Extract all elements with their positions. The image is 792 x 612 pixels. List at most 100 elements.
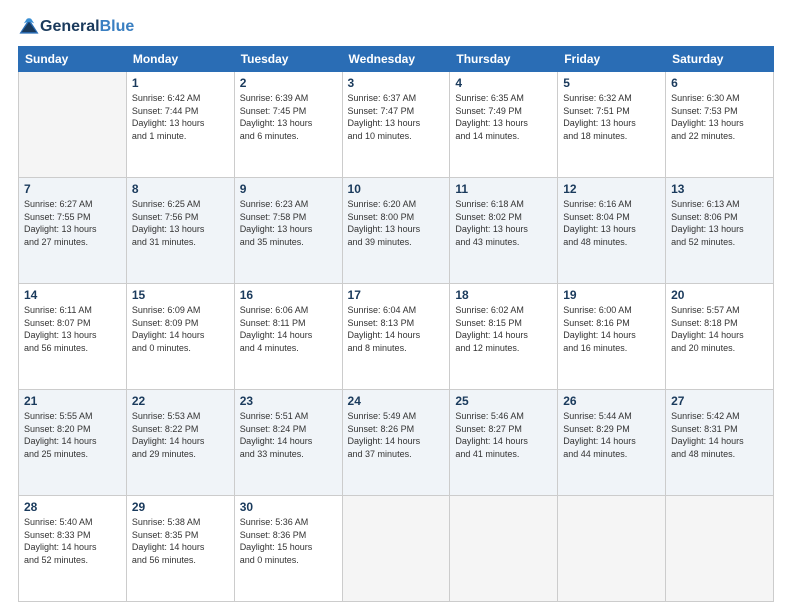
calendar-cell: 23 Sunrise: 5:51 AMSunset: 8:24 PMDayligh… bbox=[234, 390, 342, 496]
day-header-thursday: Thursday bbox=[450, 47, 558, 72]
calendar-cell bbox=[19, 72, 127, 178]
day-number: 20 bbox=[671, 288, 768, 302]
calendar-cell: 22 Sunrise: 5:53 AMSunset: 8:22 PMDayligh… bbox=[126, 390, 234, 496]
calendar-cell: 25 Sunrise: 5:46 AMSunset: 8:27 PMDayligh… bbox=[450, 390, 558, 496]
calendar-cell: 9 Sunrise: 6:23 AMSunset: 7:58 PMDaylight… bbox=[234, 178, 342, 284]
calendar-cell bbox=[666, 496, 774, 602]
calendar-cell: 15Sunrise: 6:09 AMSunset: 8:09 PMDayligh… bbox=[126, 284, 234, 390]
day-number: 4 bbox=[455, 76, 552, 90]
calendar-header-row: SundayMondayTuesdayWednesdayThursdayFrid… bbox=[19, 47, 774, 72]
day-info: Sunrise: 6:35 AMSunset: 7:49 PMDaylight:… bbox=[455, 92, 552, 142]
calendar-cell: 8Sunrise: 6:25 AMSunset: 7:56 PMDaylight… bbox=[126, 178, 234, 284]
calendar-page: GeneralBlue SundayMondayTuesdayWednesday… bbox=[0, 0, 792, 612]
day-info: Sunrise: 6:23 AMSunset: 7:58 PMDaylight:… bbox=[240, 198, 337, 248]
day-info: Sunrise: 5:57 AMSunset: 8:18 PMDaylight:… bbox=[671, 304, 768, 354]
day-info: Sunrise: 6:32 AMSunset: 7:51 PMDaylight:… bbox=[563, 92, 660, 142]
day-number: 23 bbox=[240, 394, 337, 408]
day-number: 18 bbox=[455, 288, 552, 302]
calendar-cell: 13 Sunrise: 6:13 AMSunset: 8:06 PMDayligh… bbox=[666, 178, 774, 284]
logo-general: General bbox=[40, 18, 100, 35]
calendar-table: SundayMondayTuesdayWednesdayThursdayFrid… bbox=[18, 46, 774, 602]
header: GeneralBlue bbox=[18, 16, 774, 38]
calendar-cell bbox=[342, 496, 450, 602]
day-info: Sunrise: 6:39 AMSunset: 7:45 PMDaylight:… bbox=[240, 92, 337, 142]
day-number: 16 bbox=[240, 288, 337, 302]
calendar-cell: 12Sunrise: 6:16 AMSunset: 8:04 PMDayligh… bbox=[558, 178, 666, 284]
day-header-tuesday: Tuesday bbox=[234, 47, 342, 72]
day-number: 28 bbox=[24, 500, 121, 514]
day-info: Sunrise: 6:13 AMSunset: 8:06 PMDaylight:… bbox=[671, 198, 768, 248]
day-number: 25 bbox=[455, 394, 552, 408]
day-number: 15 bbox=[132, 288, 229, 302]
calendar-cell: 19 Sunrise: 6:00 AMSunset: 8:16 PMDayligh… bbox=[558, 284, 666, 390]
day-header-saturday: Saturday bbox=[666, 47, 774, 72]
day-number: 5 bbox=[563, 76, 660, 90]
day-number: 3 bbox=[348, 76, 445, 90]
day-number: 1 bbox=[132, 76, 229, 90]
day-number: 7 bbox=[24, 182, 121, 196]
day-info: Sunrise: 5:40 AMSunset: 8:33 PMDaylight:… bbox=[24, 516, 121, 566]
calendar-cell: 18 Sunrise: 6:02 AMSunset: 8:15 PMDayligh… bbox=[450, 284, 558, 390]
day-number: 10 bbox=[348, 182, 445, 196]
calendar-cell: 2Sunrise: 6:39 AMSunset: 7:45 PMDaylight… bbox=[234, 72, 342, 178]
calendar-cell: 27Sunrise: 5:42 AMSunset: 8:31 PMDayligh… bbox=[666, 390, 774, 496]
calendar-week-2: 7 Sunrise: 6:27 AMSunset: 7:55 PMDaylight… bbox=[19, 178, 774, 284]
calendar-cell: 26Sunrise: 5:44 AMSunset: 8:29 PMDayligh… bbox=[558, 390, 666, 496]
day-number: 29 bbox=[132, 500, 229, 514]
calendar-cell: 10 Sunrise: 6:20 AMSunset: 8:00 PMDayligh… bbox=[342, 178, 450, 284]
calendar-week-5: 28 Sunrise: 5:40 AMSunset: 8:33 PMDayligh… bbox=[19, 496, 774, 602]
day-info: Sunrise: 6:25 AMSunset: 7:56 PMDaylight:… bbox=[132, 198, 229, 248]
logo: GeneralBlue bbox=[18, 16, 134, 38]
calendar-cell: 5 Sunrise: 6:32 AMSunset: 7:51 PMDaylight… bbox=[558, 72, 666, 178]
calendar-cell bbox=[450, 496, 558, 602]
day-number: 13 bbox=[671, 182, 768, 196]
calendar-cell: 4 Sunrise: 6:35 AMSunset: 7:49 PMDaylight… bbox=[450, 72, 558, 178]
day-number: 24 bbox=[348, 394, 445, 408]
calendar-cell: 28 Sunrise: 5:40 AMSunset: 8:33 PMDayligh… bbox=[19, 496, 127, 602]
calendar-cell: 3 Sunrise: 6:37 AMSunset: 7:47 PMDaylight… bbox=[342, 72, 450, 178]
day-info: Sunrise: 5:42 AMSunset: 8:31 PMDaylight:… bbox=[671, 410, 768, 460]
day-info: Sunrise: 6:20 AMSunset: 8:00 PMDaylight:… bbox=[348, 198, 445, 248]
day-header-wednesday: Wednesday bbox=[342, 47, 450, 72]
day-info: Sunrise: 6:37 AMSunset: 7:47 PMDaylight:… bbox=[348, 92, 445, 142]
logo-blue-text: Blue bbox=[100, 18, 135, 35]
calendar-cell: 24Sunrise: 5:49 AMSunset: 8:26 PMDayligh… bbox=[342, 390, 450, 496]
day-info: Sunrise: 6:04 AMSunset: 8:13 PMDaylight:… bbox=[348, 304, 445, 354]
calendar-cell: 7 Sunrise: 6:27 AMSunset: 7:55 PMDaylight… bbox=[19, 178, 127, 284]
calendar-week-1: 1 Sunrise: 6:42 AMSunset: 7:44 PMDaylight… bbox=[19, 72, 774, 178]
day-info: Sunrise: 6:30 AMSunset: 7:53 PMDaylight:… bbox=[671, 92, 768, 142]
calendar-cell: 20 Sunrise: 5:57 AMSunset: 8:18 PMDayligh… bbox=[666, 284, 774, 390]
day-header-friday: Friday bbox=[558, 47, 666, 72]
day-info: Sunrise: 6:11 AMSunset: 8:07 PMDaylight:… bbox=[24, 304, 121, 354]
day-number: 21 bbox=[24, 394, 121, 408]
day-info: Sunrise: 5:38 AMSunset: 8:35 PMDaylight:… bbox=[132, 516, 229, 566]
calendar-cell: 29 Sunrise: 5:38 AMSunset: 8:35 PMDayligh… bbox=[126, 496, 234, 602]
day-number: 6 bbox=[671, 76, 768, 90]
day-number: 22 bbox=[132, 394, 229, 408]
calendar-week-4: 21 Sunrise: 5:55 AMSunset: 8:20 PMDayligh… bbox=[19, 390, 774, 496]
day-number: 19 bbox=[563, 288, 660, 302]
day-info: Sunrise: 5:53 AMSunset: 8:22 PMDaylight:… bbox=[132, 410, 229, 460]
logo-icon bbox=[18, 16, 40, 38]
day-number: 30 bbox=[240, 500, 337, 514]
day-info: Sunrise: 5:55 AMSunset: 8:20 PMDaylight:… bbox=[24, 410, 121, 460]
day-info: Sunrise: 5:51 AMSunset: 8:24 PMDaylight:… bbox=[240, 410, 337, 460]
calendar-cell: 6 Sunrise: 6:30 AMSunset: 7:53 PMDaylight… bbox=[666, 72, 774, 178]
day-info: Sunrise: 6:42 AMSunset: 7:44 PMDaylight:… bbox=[132, 92, 229, 142]
day-info: Sunrise: 6:00 AMSunset: 8:16 PMDaylight:… bbox=[563, 304, 660, 354]
day-info: Sunrise: 5:44 AMSunset: 8:29 PMDaylight:… bbox=[563, 410, 660, 460]
calendar-cell: 1 Sunrise: 6:42 AMSunset: 7:44 PMDaylight… bbox=[126, 72, 234, 178]
day-info: Sunrise: 5:46 AMSunset: 8:27 PMDaylight:… bbox=[455, 410, 552, 460]
day-info: Sunrise: 6:02 AMSunset: 8:15 PMDaylight:… bbox=[455, 304, 552, 354]
day-number: 12 bbox=[563, 182, 660, 196]
day-number: 11 bbox=[455, 182, 552, 196]
calendar-cell: 16 Sunrise: 6:06 AMSunset: 8:11 PMDayligh… bbox=[234, 284, 342, 390]
day-header-monday: Monday bbox=[126, 47, 234, 72]
calendar-cell: 14Sunrise: 6:11 AMSunset: 8:07 PMDayligh… bbox=[19, 284, 127, 390]
day-info: Sunrise: 6:06 AMSunset: 8:11 PMDaylight:… bbox=[240, 304, 337, 354]
calendar-cell: 17Sunrise: 6:04 AMSunset: 8:13 PMDayligh… bbox=[342, 284, 450, 390]
calendar-cell: 11Sunrise: 6:18 AMSunset: 8:02 PMDayligh… bbox=[450, 178, 558, 284]
day-info: Sunrise: 6:27 AMSunset: 7:55 PMDaylight:… bbox=[24, 198, 121, 248]
day-info: Sunrise: 5:36 AMSunset: 8:36 PMDaylight:… bbox=[240, 516, 337, 566]
day-number: 9 bbox=[240, 182, 337, 196]
